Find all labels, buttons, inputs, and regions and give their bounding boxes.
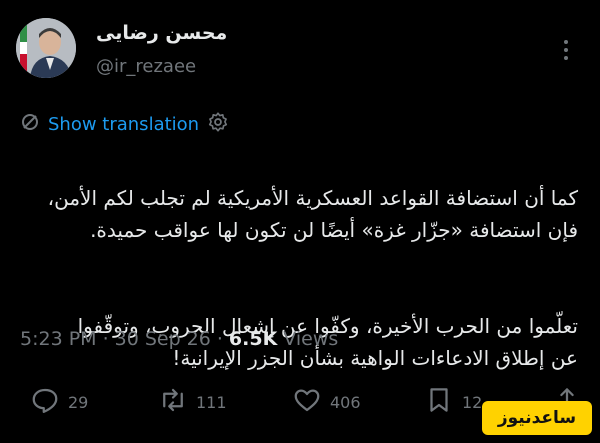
translation-row: Show translation [20, 110, 229, 138]
bookmark-icon [424, 385, 454, 419]
views-label: Views [283, 328, 339, 350]
watermark-text: ساعدنیوز [497, 408, 577, 428]
author-avatar[interactable] [16, 18, 76, 78]
settings-gear-icon[interactable] [207, 111, 229, 137]
heart-icon [292, 385, 322, 419]
reply-count: 29 [68, 392, 89, 412]
translate-disabled-icon [20, 112, 40, 136]
like-button[interactable]: 406 [292, 382, 361, 422]
bookmark-button[interactable]: 12 [424, 382, 482, 422]
meta-separator: · [102, 328, 109, 350]
meta-separator: · [216, 328, 223, 350]
tweet-paragraph-1: كما أن استضافة القواعد العسكرية الأمريكي… [47, 186, 578, 242]
reply-icon [30, 385, 60, 419]
repost-icon [158, 385, 188, 419]
tweet-time[interactable]: 5:23 PM [20, 328, 97, 350]
views-count: 6.5K [228, 328, 278, 350]
reply-button[interactable]: 29 [30, 382, 88, 422]
site-watermark-logo: ساعدنیوز [482, 401, 592, 435]
tweet-body: كما أن استضافة القواعد العسكرية الأمريكي… [8, 150, 578, 406]
tweet-meta: 5:23 PM · 30 Sep 26 · 6.5K Views [20, 328, 338, 350]
more-options-icon[interactable] [554, 38, 578, 62]
show-translation-link[interactable]: Show translation [48, 114, 199, 135]
bookmark-count: 12 [462, 392, 483, 412]
tweet-date[interactable]: 30 Sep 26 [115, 328, 211, 350]
author-handle[interactable]: @ir_rezaee [96, 56, 196, 77]
author-display-name[interactable]: محسن رضایی [96, 22, 227, 44]
repost-button[interactable]: 111 [158, 382, 227, 422]
like-count: 406 [330, 392, 361, 412]
repost-count: 111 [196, 392, 227, 412]
